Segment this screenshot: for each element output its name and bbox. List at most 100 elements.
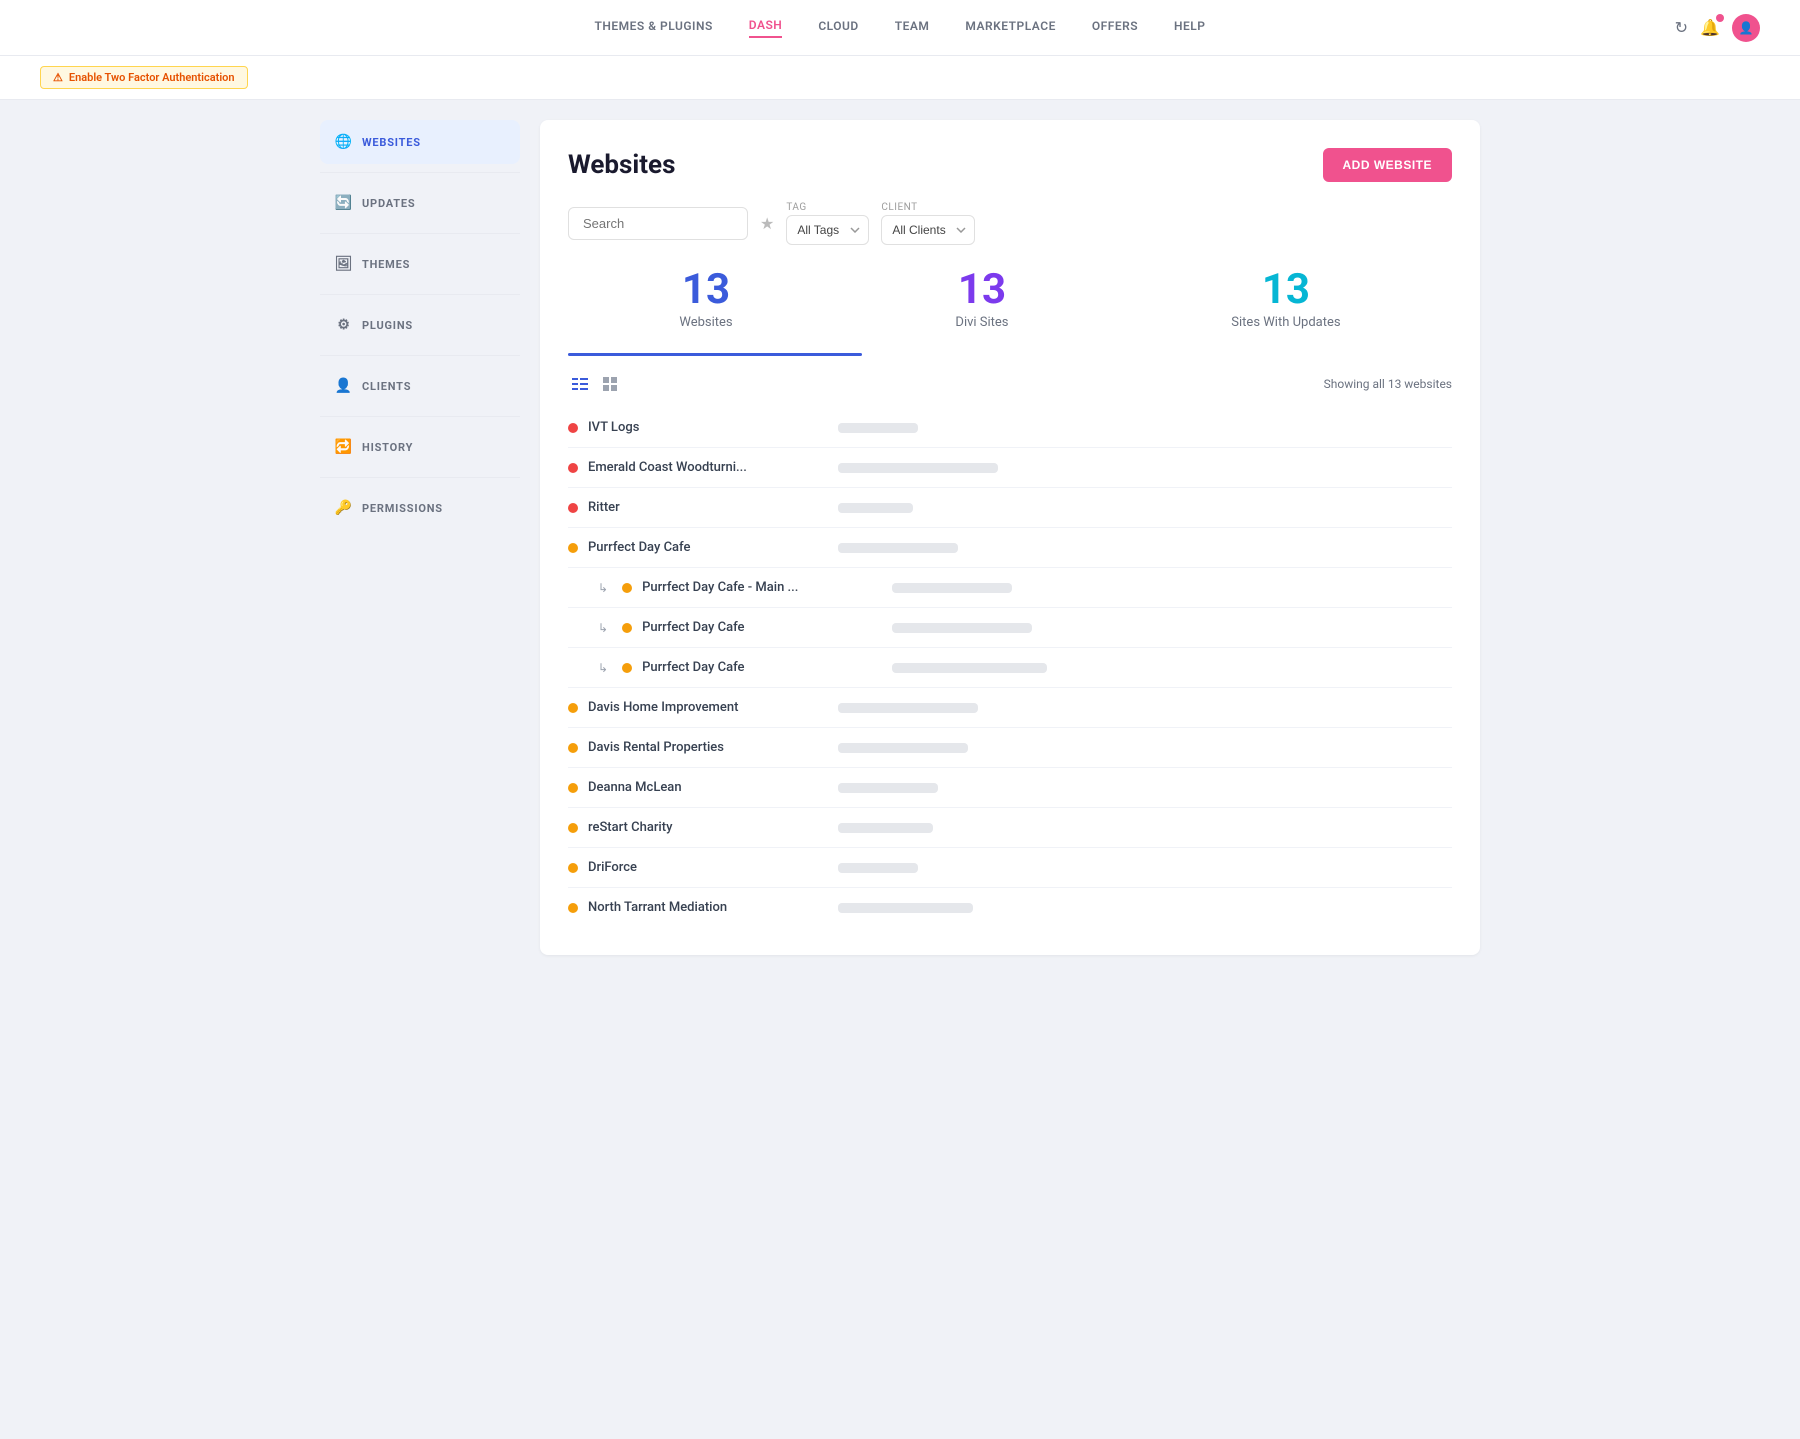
status-dot	[568, 463, 578, 473]
add-website-button[interactable]: ADD WEBSITE	[1323, 148, 1453, 182]
showing-text: Showing all 13 websites	[1324, 377, 1452, 391]
grid-view-icon[interactable]	[598, 372, 622, 396]
site-name: Davis Home Improvement	[588, 700, 808, 715]
tag-label: TAG	[786, 202, 869, 213]
stat-updates[interactable]: 13 Sites With Updates	[1231, 269, 1340, 330]
table-row[interactable]: Deanna McLean	[568, 768, 1452, 808]
site-name: North Tarrant Mediation	[588, 900, 808, 915]
status-dot	[622, 583, 632, 593]
site-name: Emerald Coast Woodturni...	[588, 460, 808, 475]
sidebar-divider-1	[320, 172, 520, 173]
site-name: Purrfect Day Cafe - Main ...	[642, 580, 862, 595]
stat-divi-number: 13	[958, 269, 1006, 311]
nav-themes-plugins[interactable]: THEMES & PLUGINS	[595, 19, 713, 37]
websites-icon: 🌐	[336, 134, 352, 150]
sidebar-item-clients[interactable]: 👤 CLIENTS	[320, 364, 520, 408]
status-dot	[568, 823, 578, 833]
updates-icon: 🔄	[336, 195, 352, 211]
sidebar-divider-3	[320, 294, 520, 295]
themes-icon: 🖼	[336, 256, 352, 272]
table-row[interactable]: ↳Purrfect Day Cafe	[568, 648, 1452, 688]
site-name: Purrfect Day Cafe	[642, 660, 862, 675]
site-name: IVT Logs	[588, 420, 808, 435]
list-view-icon[interactable]	[568, 372, 592, 396]
sidebar-label-clients: CLIENTS	[362, 380, 411, 393]
tag-filter-group: TAG All Tags	[786, 202, 869, 245]
sidebar-label-themes: THEMES	[362, 258, 410, 271]
status-dot	[568, 863, 578, 873]
nav-dash[interactable]: DASH	[749, 18, 783, 38]
view-toggle	[568, 372, 622, 396]
table-row[interactable]: reStart Charity	[568, 808, 1452, 848]
sidebar-label-updates: UPDATES	[362, 197, 415, 210]
table-row[interactable]: Davis Rental Properties	[568, 728, 1452, 768]
site-name: Ritter	[588, 500, 808, 515]
status-dot	[568, 743, 578, 753]
clients-icon: 👤	[336, 378, 352, 394]
table-row[interactable]: Davis Home Improvement	[568, 688, 1452, 728]
sidebar: 🌐 WEBSITES 🔄 UPDATES 🖼 THEMES ⚙ PLUGINS …	[320, 120, 520, 955]
site-name: Deanna McLean	[588, 780, 808, 795]
sidebar-divider-6	[320, 477, 520, 478]
table-row[interactable]: Emerald Coast Woodturni...	[568, 448, 1452, 488]
nav-help[interactable]: HELP	[1174, 19, 1205, 37]
stat-divi-sites[interactable]: 13 Divi Sites	[955, 269, 1008, 330]
client-select[interactable]: All Clients	[881, 215, 975, 245]
content-area: Websites ADD WEBSITE ★ TAG All Tags CLIE…	[540, 120, 1480, 955]
tag-select[interactable]: All Tags	[786, 215, 869, 245]
sidebar-item-permissions[interactable]: 🔑 PERMISSIONS	[320, 486, 520, 530]
sidebar-item-updates[interactable]: 🔄 UPDATES	[320, 181, 520, 225]
status-dot	[568, 543, 578, 553]
stat-divi-label: Divi Sites	[955, 315, 1008, 330]
site-url	[892, 663, 1047, 673]
status-dot	[568, 903, 578, 913]
table-row[interactable]: DriForce	[568, 848, 1452, 888]
table-row[interactable]: North Tarrant Mediation	[568, 888, 1452, 927]
nav-team[interactable]: TEAM	[895, 19, 930, 37]
table-row[interactable]: Purrfect Day Cafe	[568, 528, 1452, 568]
sidebar-item-history[interactable]: 🔁 HISTORY	[320, 425, 520, 469]
bell-icon[interactable]: 🔔	[1700, 18, 1720, 37]
sidebar-item-plugins[interactable]: ⚙ PLUGINS	[320, 303, 520, 347]
favorites-star[interactable]: ★	[760, 214, 774, 233]
sidebar-label-history: HISTORY	[362, 441, 413, 454]
avatar[interactable]: 👤	[1732, 14, 1760, 42]
sidebar-divider-2	[320, 233, 520, 234]
nav-offers[interactable]: OFFERS	[1092, 19, 1138, 37]
table-row[interactable]: ↳Purrfect Day Cafe	[568, 608, 1452, 648]
client-label: CLIENT	[881, 202, 975, 213]
stat-websites[interactable]: 13 Websites	[679, 269, 732, 330]
refresh-icon[interactable]: ↻	[1675, 18, 1688, 37]
table-row[interactable]: IVT Logs	[568, 408, 1452, 448]
sidebar-label-plugins: PLUGINS	[362, 319, 413, 332]
table-row[interactable]: Ritter	[568, 488, 1452, 528]
sidebar-item-themes[interactable]: 🖼 THEMES	[320, 242, 520, 286]
site-url	[838, 823, 933, 833]
sidebar-item-websites[interactable]: 🌐 WEBSITES	[320, 120, 520, 164]
table-controls: Showing all 13 websites	[568, 372, 1452, 396]
search-input[interactable]	[568, 207, 748, 240]
client-filter-group: CLIENT All Clients	[881, 202, 975, 245]
alert-text: Enable Two Factor Authentication	[69, 71, 235, 84]
main-layout: 🌐 WEBSITES 🔄 UPDATES 🖼 THEMES ⚙ PLUGINS …	[300, 100, 1500, 975]
status-dot	[622, 663, 632, 673]
site-url	[892, 623, 1032, 633]
filters-row: ★ TAG All Tags CLIENT All Clients	[568, 202, 1452, 245]
status-dot	[622, 623, 632, 633]
nav-marketplace[interactable]: MARKETPLACE	[965, 19, 1055, 37]
site-url	[838, 463, 998, 473]
two-factor-alert[interactable]: ⚠ Enable Two Factor Authentication	[40, 66, 248, 89]
content-header: Websites ADD WEBSITE	[568, 148, 1452, 182]
sidebar-label-websites: WEBSITES	[362, 136, 421, 149]
stat-updates-label: Sites With Updates	[1231, 315, 1340, 330]
stat-updates-number: 13	[1262, 269, 1310, 311]
nav-cloud[interactable]: CLOUD	[818, 19, 858, 37]
status-dot	[568, 703, 578, 713]
history-icon: 🔁	[336, 439, 352, 455]
active-tab-underline	[568, 353, 862, 356]
site-url	[838, 503, 913, 513]
website-list: IVT Logs Emerald Coast Woodturni... Ritter…	[568, 408, 1452, 927]
table-row[interactable]: ↳Purrfect Day Cafe - Main ...	[568, 568, 1452, 608]
indent-icon: ↳	[598, 621, 608, 635]
site-url	[838, 703, 978, 713]
